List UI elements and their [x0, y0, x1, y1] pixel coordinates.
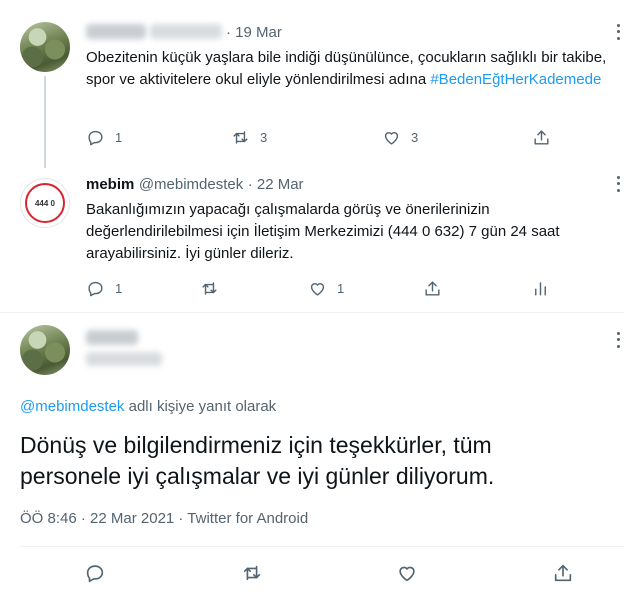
share-button[interactable]: [552, 562, 574, 584]
main-tweet-text: Dönüş ve bilgilendirmeniz için teşekkürl…: [20, 432, 495, 489]
reply-button[interactable]: [84, 562, 106, 584]
reply-to-label: adlı kişiye yanıt olarak: [128, 398, 277, 415]
like-icon: [310, 283, 325, 296]
like-button[interactable]: 1: [308, 279, 344, 298]
retweet-icon: [202, 282, 217, 295]
divider: [20, 546, 624, 547]
like-button[interactable]: 3: [382, 128, 418, 147]
reply-icon: [86, 565, 104, 583]
reply-icon: [88, 281, 103, 297]
blurred-handle: [86, 352, 162, 366]
retweet-button[interactable]: 3: [231, 128, 267, 147]
share-button[interactable]: [423, 279, 442, 298]
blurred-handle: [150, 24, 222, 39]
tweet2-date[interactable]: · 22 Mar: [248, 176, 304, 193]
like-count: 3: [411, 130, 419, 145]
reply-context: @mebimdestek adlı kişiye yanıt olarak: [20, 398, 276, 415]
tweet2-handle[interactable]: @mebimdestek: [139, 176, 243, 193]
tweet-meta: ÖÖ 8:46 · 22 Mar 2021 · Twitter for Andr…: [20, 510, 309, 527]
share-icon: [534, 130, 549, 145]
avatar-mebim[interactable]: 444 0: [20, 178, 70, 228]
tweet2-text: Bakanlığımızın yapacağı çalışmalarda gör…: [86, 201, 560, 262]
divider: [0, 312, 624, 313]
blurred-username: [86, 330, 138, 345]
like-icon: [399, 566, 415, 582]
reply-icon: [88, 130, 103, 146]
like-icon: [384, 132, 399, 145]
share-icon: [554, 564, 572, 582]
analytics-button[interactable]: [531, 279, 550, 298]
retweet-button[interactable]: [241, 562, 263, 584]
avatar-user[interactable]: [20, 325, 70, 375]
reply-to-handle[interactable]: @mebimdestek: [20, 398, 124, 415]
tweet1-text: Obezitenin küçük yaşlara bile indiği düş…: [86, 49, 607, 88]
retweet-count: 3: [260, 130, 268, 145]
like-count: 1: [337, 281, 345, 296]
share-button[interactable]: [532, 128, 551, 147]
share-icon: [425, 281, 440, 296]
reply-button[interactable]: 1: [86, 128, 122, 147]
more-icon[interactable]: [614, 174, 622, 194]
reply-button[interactable]: 1: [86, 279, 122, 298]
analytics-icon: [535, 282, 546, 296]
mebim-logo-text: 444 0: [34, 198, 56, 208]
retweet-button[interactable]: [200, 279, 219, 298]
tweet1-date[interactable]: · 19 Mar: [226, 24, 282, 41]
retweet-icon: [233, 131, 248, 144]
hashtag-link[interactable]: #BedenEğtHerKademede: [430, 71, 601, 88]
reply-count: 1: [115, 281, 123, 296]
mebim-logo: 444 0: [25, 183, 65, 223]
reply-count: 1: [115, 130, 123, 145]
more-icon[interactable]: [614, 22, 622, 42]
tweet2-header: mebim @mebimdestek · 22 Mar: [86, 176, 304, 194]
tweet2-name[interactable]: mebim: [86, 176, 134, 193]
thread-line: [44, 76, 46, 168]
retweet-icon: [243, 565, 261, 581]
like-button[interactable]: [396, 562, 418, 584]
blurred-username: [86, 24, 146, 39]
more-icon[interactable]: [614, 330, 622, 350]
avatar-user[interactable]: [20, 22, 70, 72]
